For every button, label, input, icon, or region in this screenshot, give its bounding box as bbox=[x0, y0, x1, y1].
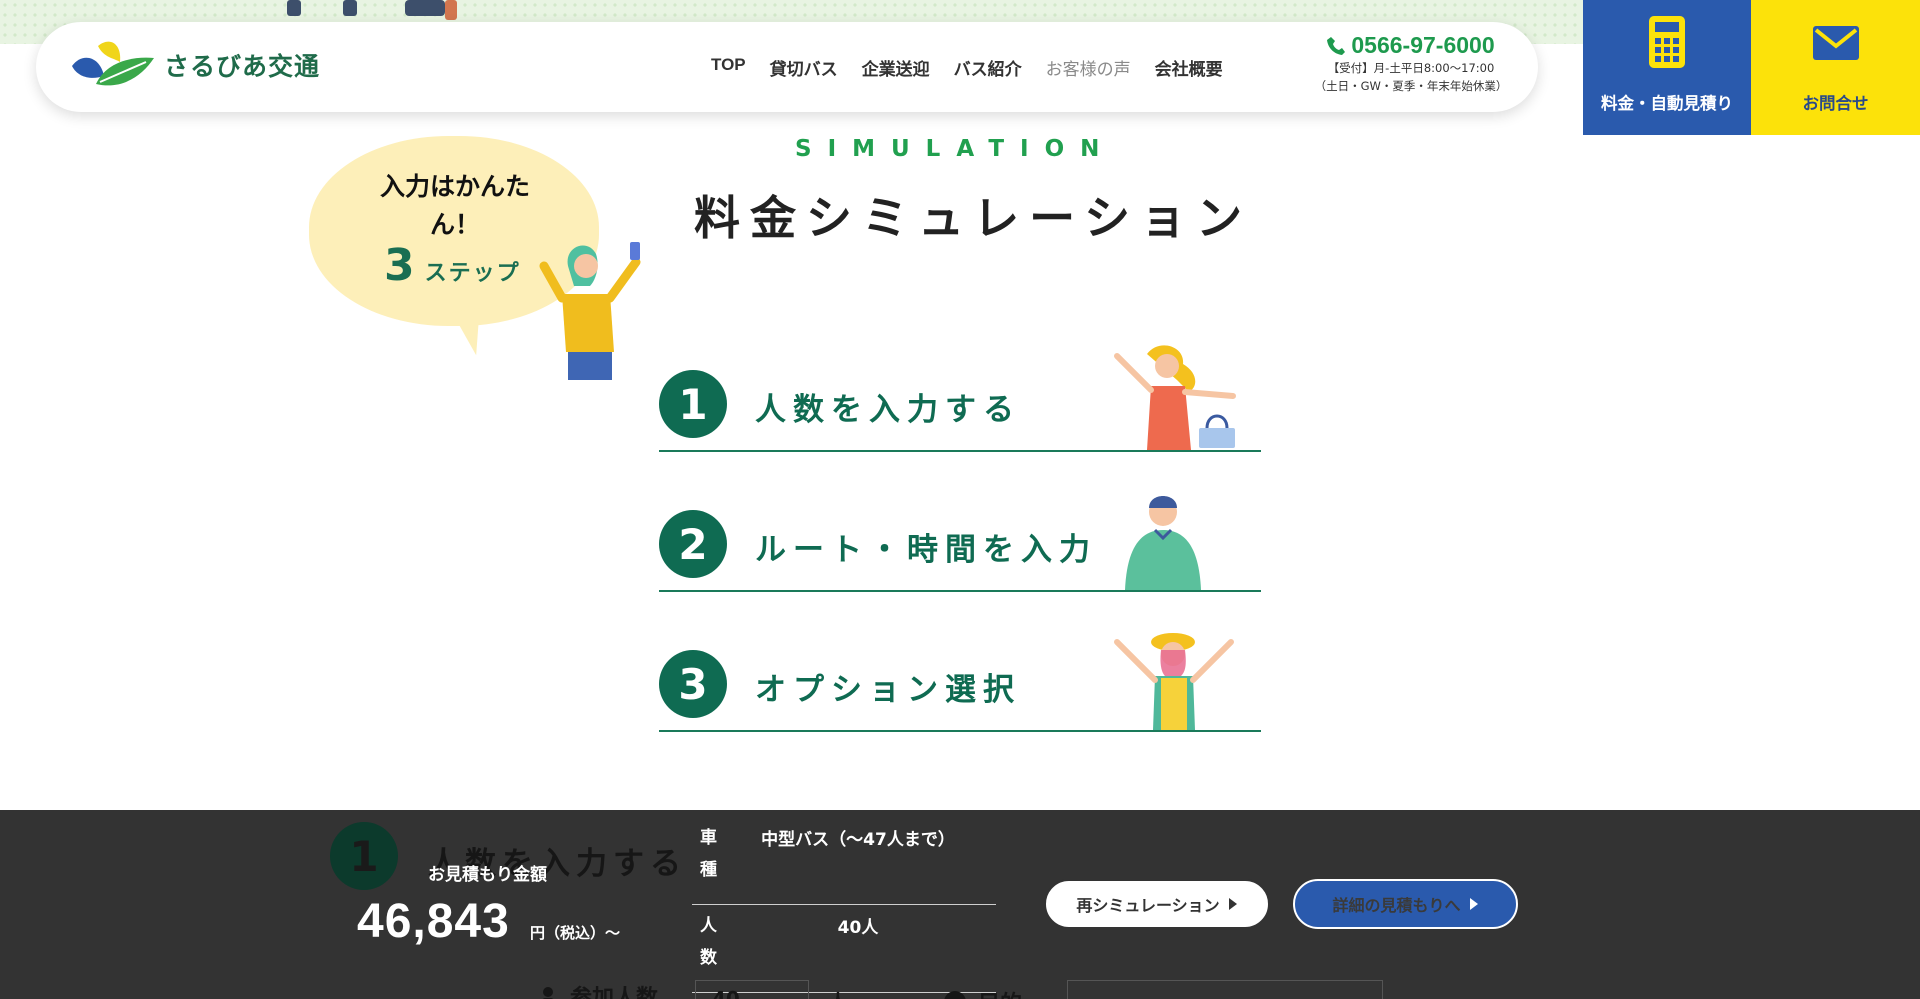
hiker-woman-illustration bbox=[1114, 633, 1234, 730]
phone-icon bbox=[1327, 36, 1346, 55]
estimate-label: お見積もり金額 bbox=[428, 865, 547, 885]
resimulate-button[interactable]: 再シミュレーション bbox=[1044, 879, 1270, 929]
woman-with-bag-illustration bbox=[1114, 345, 1236, 450]
ghost-purpose-label: 目的 bbox=[944, 986, 1022, 999]
section-title-jp: 料金シミュレーション bbox=[694, 191, 1253, 245]
spec-value: 40人 bbox=[837, 918, 879, 938]
step-3: 3 オプション選択 bbox=[659, 633, 1261, 732]
ghost-form-row: 参加人数 bbox=[540, 980, 658, 999]
calculator-icon bbox=[1649, 16, 1685, 68]
phone-closed-days: （土日・GW・夏季・年末年始休業） bbox=[1314, 79, 1508, 93]
site-header: さるびあ交通 TOP 貸切バス 企業送迎 バス紹介 お客様の声 会社概要 056… bbox=[36, 22, 1538, 112]
leaf-logo-icon bbox=[72, 41, 154, 86]
ghost-participants-unit: 人 bbox=[828, 986, 848, 999]
hero-figures-partial bbox=[287, 0, 457, 20]
bubble-line-2: ん！ bbox=[429, 210, 480, 239]
estimate-amount: 46,843 bbox=[357, 895, 510, 948]
purpose-icon bbox=[944, 991, 966, 999]
man-illustration bbox=[1125, 496, 1201, 590]
ghost-purpose-select bbox=[1067, 980, 1383, 999]
detailed-estimate-label: 詳細の見積もりへ bbox=[1332, 896, 1461, 915]
step-2: 2 ルート・時間を入力 bbox=[659, 494, 1261, 592]
bubble-line-1: 入力はかんた bbox=[379, 172, 530, 201]
step-number: 3 bbox=[659, 650, 727, 718]
ghost-purpose-text: 目的 bbox=[978, 986, 1022, 999]
ghost-participants-input: 40 bbox=[695, 980, 809, 999]
phone-link[interactable]: 0566-97-6000 bbox=[1291, 32, 1531, 59]
inquiry-cta-button[interactable]: お問合せ bbox=[1751, 0, 1920, 135]
bubble-step-count: 3 bbox=[384, 240, 415, 291]
step-label: ルート・時間を入力 bbox=[755, 532, 1097, 568]
step-number: 1 bbox=[659, 370, 727, 438]
bubble-steps: 3 ステップ bbox=[384, 240, 521, 291]
envelope-icon bbox=[1812, 26, 1859, 60]
nav-item-company-profile[interactable]: 会社概要 bbox=[1155, 55, 1223, 80]
phone-number: 0566-97-6000 bbox=[1351, 32, 1495, 58]
step-1: 1 人数を入力する bbox=[659, 345, 1261, 452]
step-label: オプション選択 bbox=[755, 672, 1021, 708]
caret-right-icon bbox=[1469, 898, 1478, 910]
nav-item-charter-bus[interactable]: 貸切バス bbox=[770, 55, 838, 80]
estimate-unit: 円（税込）〜 bbox=[530, 924, 621, 942]
caret-right-icon bbox=[1228, 898, 1237, 910]
step-number: 2 bbox=[659, 510, 727, 578]
ghost-participants-value: 40 bbox=[712, 987, 740, 999]
bubble-step-unit: ステップ bbox=[424, 261, 521, 286]
site-logo-text: さるびあ交通 bbox=[164, 52, 321, 81]
person-icon bbox=[542, 987, 554, 999]
woman-with-phone-illustration bbox=[539, 242, 641, 380]
phone-contact: 0566-97-6000 【受付】月-土平日8:00〜17:00 （土日・GW・… bbox=[1291, 32, 1531, 95]
spec-vehicle-type: 車種 中型バス（〜47人まで） bbox=[692, 822, 996, 905]
section-title-en: SIMULATION bbox=[795, 136, 1116, 162]
bubble-text: 入力はかんた ん！ bbox=[350, 168, 560, 244]
resimulate-label: 再シミュレーション bbox=[1076, 896, 1220, 915]
nav-item-bus-introduction[interactable]: バス紹介 bbox=[954, 55, 1022, 80]
estimate-cta-button[interactable]: 料金・自動見積り bbox=[1583, 0, 1751, 135]
site-logo[interactable]: さるびあ交通 bbox=[70, 36, 320, 94]
inquiry-cta-label: お問合せ bbox=[1802, 94, 1869, 113]
estimate-bar: 1 人数を入力する お見積もり金額 46,843 円（税込）〜 車種 中型バス（… bbox=[0, 810, 1920, 999]
step-label: 人数を入力する bbox=[755, 392, 1021, 428]
estimate-cta-label: 料金・自動見積り bbox=[1601, 94, 1733, 113]
nav-item-top[interactable]: TOP bbox=[711, 55, 746, 80]
spec-key: 人数 bbox=[700, 916, 717, 968]
ghost-participants-label: 参加人数 bbox=[570, 986, 659, 999]
phone-hours: 【受付】月-土平日8:00〜17:00 bbox=[1327, 61, 1495, 75]
detailed-estimate-button[interactable]: 詳細の見積もりへ bbox=[1293, 879, 1518, 929]
nav-item-customer-voices[interactable]: お客様の声 bbox=[1046, 55, 1131, 80]
spec-value: 中型バス（〜47人まで） bbox=[761, 830, 955, 850]
main-nav: TOP 貸切バス 企業送迎 バス紹介 お客様の声 会社概要 bbox=[711, 55, 1247, 80]
ghost-step-number: 1 bbox=[330, 822, 398, 890]
spec-key: 車種 bbox=[700, 828, 717, 880]
nav-item-corporate-shuttle[interactable]: 企業送迎 bbox=[862, 55, 930, 80]
